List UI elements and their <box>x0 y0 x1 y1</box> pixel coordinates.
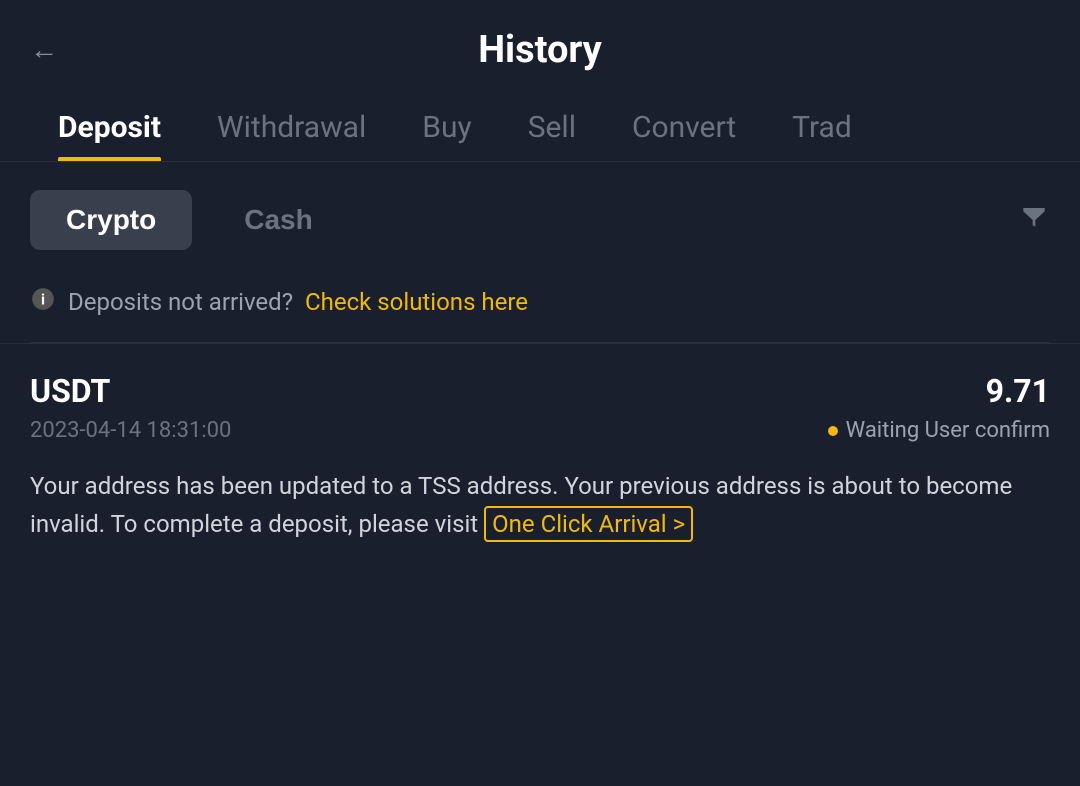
status-dot-icon <box>828 426 838 436</box>
cash-filter-button[interactable]: Cash <box>208 190 348 250</box>
transaction-item: USDT 9.71 2023-04-14 18:31:00 Waiting Us… <box>0 343 1080 572</box>
filter-icon[interactable] <box>1018 200 1050 240</box>
status-text: Waiting User confirm <box>846 418 1050 443</box>
transaction-date: 2023-04-14 18:31:00 <box>30 418 231 443</box>
info-banner: i Deposits not arrived? Check solutions … <box>0 270 1080 342</box>
check-solutions-link[interactable]: Check solutions here <box>305 288 528 316</box>
tabs-container: Deposit Withdrawal Buy Sell Convert Trad <box>0 92 1080 162</box>
transaction-currency: USDT <box>30 372 110 410</box>
page-title: History <box>478 28 602 72</box>
transaction-meta: 2023-04-14 18:31:00 Waiting User confirm <box>30 418 1050 443</box>
header: ← History <box>0 0 1080 92</box>
transaction-status: Waiting User confirm <box>828 418 1050 443</box>
tab-trade[interactable]: Trad <box>764 92 880 161</box>
crypto-filter-button[interactable]: Crypto <box>30 190 192 250</box>
transaction-message: Your address has been updated to a TSS a… <box>30 467 1050 544</box>
tab-withdrawal[interactable]: Withdrawal <box>189 92 394 161</box>
info-banner-text: Deposits not arrived? <box>68 288 293 316</box>
tab-sell[interactable]: Sell <box>500 92 604 161</box>
back-arrow-icon: ← <box>30 34 58 66</box>
tab-convert[interactable]: Convert <box>604 92 764 161</box>
one-click-arrival-link[interactable]: One Click Arrival > <box>484 506 693 542</box>
svg-text:i: i <box>41 290 45 308</box>
filter-section: Crypto Cash <box>0 162 1080 270</box>
filter-buttons: Crypto Cash <box>30 190 349 250</box>
tab-buy[interactable]: Buy <box>394 92 499 161</box>
tab-deposit[interactable]: Deposit <box>30 92 189 161</box>
transaction-header: USDT 9.71 <box>30 372 1050 410</box>
back-button[interactable]: ← <box>30 34 58 66</box>
transaction-amount: 9.71 <box>986 372 1050 410</box>
info-icon: i <box>30 286 56 318</box>
